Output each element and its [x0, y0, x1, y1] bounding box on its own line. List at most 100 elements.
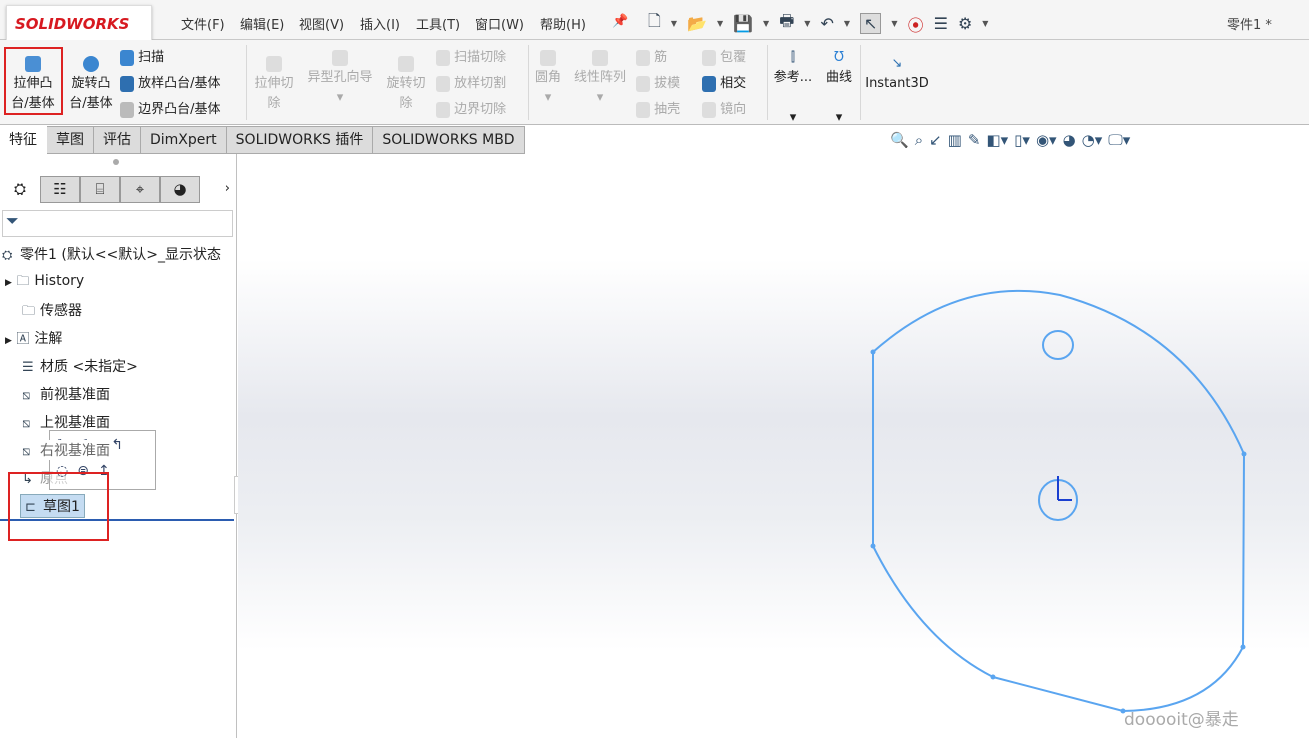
curves-button[interactable]: Ʊ 曲线 ▾: [822, 48, 856, 128]
tree-item-history[interactable]: ▶ 🗀 History: [5, 272, 84, 294]
zoom-to-area-icon[interactable]: ⌕: [915, 131, 923, 149]
edit-appearance-icon[interactable]: ◕: [1063, 131, 1076, 149]
draft-icon: [636, 75, 650, 92]
instant3d-button[interactable]: ↘ Instant3D: [864, 54, 930, 94]
sweep-cut-button[interactable]: 扫描切除: [436, 48, 506, 68]
label: 旋转凸: [71, 76, 111, 91]
label: 拉伸切: [254, 76, 294, 91]
tree-item-right-plane[interactable]: ⧅ 右视基准面: [22, 440, 110, 460]
section-view-icon[interactable]: ▥: [948, 131, 962, 149]
extrude-cut-button[interactable]: 拉伸切除: [250, 54, 298, 114]
menu-insert[interactable]: 插入(I): [360, 14, 400, 33]
solidworks-logo[interactable]: SOLIDWORKS: [6, 5, 152, 41]
boundary-boss-button[interactable]: 边界凸台/基体: [120, 100, 221, 120]
sweep-button[interactable]: 扫描: [120, 48, 164, 68]
label: 拔模: [654, 76, 681, 91]
revolve-boss-button[interactable]: 旋转凸台/基体: [65, 54, 117, 114]
label: 前视基准面: [40, 387, 110, 403]
revolve-cut-button[interactable]: 旋转切除: [382, 54, 430, 114]
pin-icon[interactable]: 📌: [612, 14, 628, 29]
shell-button[interactable]: 抽壳: [636, 100, 680, 120]
save-icon[interactable]: 💾: [733, 14, 753, 33]
draft-button[interactable]: 拔模: [636, 74, 680, 94]
fillet-button[interactable]: 圆角 ▾: [532, 48, 564, 108]
feature-manager-tab[interactable]: ⛭: [0, 176, 40, 203]
label: 包覆: [720, 50, 747, 65]
scene-icon[interactable]: ◔▾: [1082, 131, 1103, 149]
boundary-cut-button[interactable]: 边界切除: [436, 100, 506, 120]
print-icon[interactable]: 🖶: [779, 10, 794, 37]
label: 材质 <未指定>: [40, 359, 138, 375]
menu-edit[interactable]: 编辑(E): [240, 14, 284, 33]
file-properties-icon[interactable]: ☰: [934, 14, 948, 33]
tab-mbd[interactable]: SOLIDWORKS MBD: [373, 126, 525, 154]
label: 扫描切除: [454, 50, 507, 65]
view-orientation-icon[interactable]: ◧▾: [986, 131, 1008, 149]
revolve-cut-icon: [398, 55, 414, 72]
label: 除: [399, 96, 413, 111]
zoom-to-fit-icon[interactable]: 🔍: [890, 131, 909, 149]
tree-item-annotations[interactable]: ▶ 🄰 注解: [5, 328, 62, 348]
tab-sketch[interactable]: 草图: [47, 126, 94, 154]
tree-item-top-plane[interactable]: ⧅ 上视基准面: [22, 412, 110, 432]
title-bar: SOLIDWORKS 文件(F) 编辑(E) 视图(V) 插入(I) 工具(T)…: [0, 0, 1309, 41]
tree-item-front-plane[interactable]: ⧅ 前视基准面: [22, 384, 110, 404]
view-settings-icon[interactable]: 🖵▾: [1108, 131, 1130, 149]
menu-window[interactable]: 窗口(W): [475, 14, 524, 33]
select-icon[interactable]: ↖: [860, 13, 882, 34]
label: 零件1 (默认<<默认>_显示状态: [20, 247, 222, 263]
loft-cut-button[interactable]: 放样切割: [436, 74, 506, 94]
intersect-button[interactable]: 相交: [702, 74, 746, 94]
linear-pattern-button[interactable]: 线性阵列 ▾: [570, 48, 630, 108]
undo-icon[interactable]: ↶: [820, 14, 833, 33]
tree-root-part[interactable]: ⛭ 零件1 (默认<<默认>_显示状态: [2, 244, 221, 264]
hole-wizard-button[interactable]: 异型孔向导 ▾: [303, 48, 377, 108]
plane-icon: ⧅: [22, 416, 31, 431]
wrap-button[interactable]: 包覆: [702, 48, 746, 68]
loft-button[interactable]: 放样凸台/基体: [120, 74, 221, 94]
dynamic-annotation-icon[interactable]: ✎: [968, 131, 981, 149]
dimxpert-manager-tab[interactable]: ⌖: [120, 176, 160, 203]
tab-dimxpert[interactable]: DimXpert: [141, 126, 227, 154]
sketch-canvas[interactable]: [238, 154, 1309, 738]
rebuild-icon[interactable]: ⦿: [908, 12, 924, 36]
label: 台/基体: [69, 96, 113, 111]
panel-tabs: ⛭ ☷ ⌸ ⌖ ◕ ›: [0, 176, 230, 203]
label: 异型孔向导: [307, 70, 373, 85]
tab-addins[interactable]: SOLIDWORKS 插件: [226, 126, 374, 154]
part-icon: ⛭: [2, 248, 13, 263]
property-manager-tab[interactable]: ☷: [40, 176, 80, 203]
revolve-boss-icon: [83, 55, 99, 72]
menu-file[interactable]: 文件(F): [181, 14, 225, 33]
tab-features[interactable]: 特征: [0, 126, 47, 154]
chevron-right-icon[interactable]: ›: [200, 176, 230, 203]
previous-view-icon[interactable]: ↙: [929, 131, 942, 149]
tree-item-material[interactable]: ☰ 材质 <未指定>: [22, 356, 138, 376]
label: 圆角: [534, 70, 561, 85]
display-manager-tab[interactable]: ◕: [160, 176, 200, 203]
options-icon[interactable]: ⚙: [958, 14, 972, 33]
tree-filter[interactable]: ⏷: [2, 210, 233, 237]
splitter-handle[interactable]: [113, 159, 119, 165]
open-icon[interactable]: 📂: [687, 14, 707, 33]
shell-icon: [636, 101, 650, 118]
menu-view[interactable]: 视图(V): [299, 14, 344, 33]
graphics-area[interactable]: [238, 154, 1309, 738]
new-icon[interactable]: 🗋: [648, 10, 661, 37]
mirror-button[interactable]: 镜向: [702, 100, 746, 120]
configuration-manager-tab[interactable]: ⌸: [80, 176, 120, 203]
hide-show-icon[interactable]: ◉▾: [1036, 131, 1057, 149]
divider: [246, 45, 247, 120]
label: 除: [267, 96, 281, 111]
display-style-icon[interactable]: ▯▾: [1014, 131, 1030, 149]
tab-evaluate[interactable]: 评估: [94, 126, 141, 154]
menu-help[interactable]: 帮助(H): [540, 14, 586, 33]
tree-item-sensors[interactable]: 🗀 传感器: [22, 300, 82, 324]
linear-pattern-icon: [592, 49, 608, 66]
rib-button[interactable]: 筋: [636, 48, 667, 68]
label: 放样凸台/基体: [138, 76, 221, 91]
reference-geometry-button[interactable]: ⫿ 参考... ▾: [772, 48, 814, 128]
menu-tools[interactable]: 工具(T): [416, 14, 460, 33]
reference-geometry-icon: ⫿: [790, 50, 796, 65]
exit-icon[interactable]: ↰: [111, 437, 123, 461]
